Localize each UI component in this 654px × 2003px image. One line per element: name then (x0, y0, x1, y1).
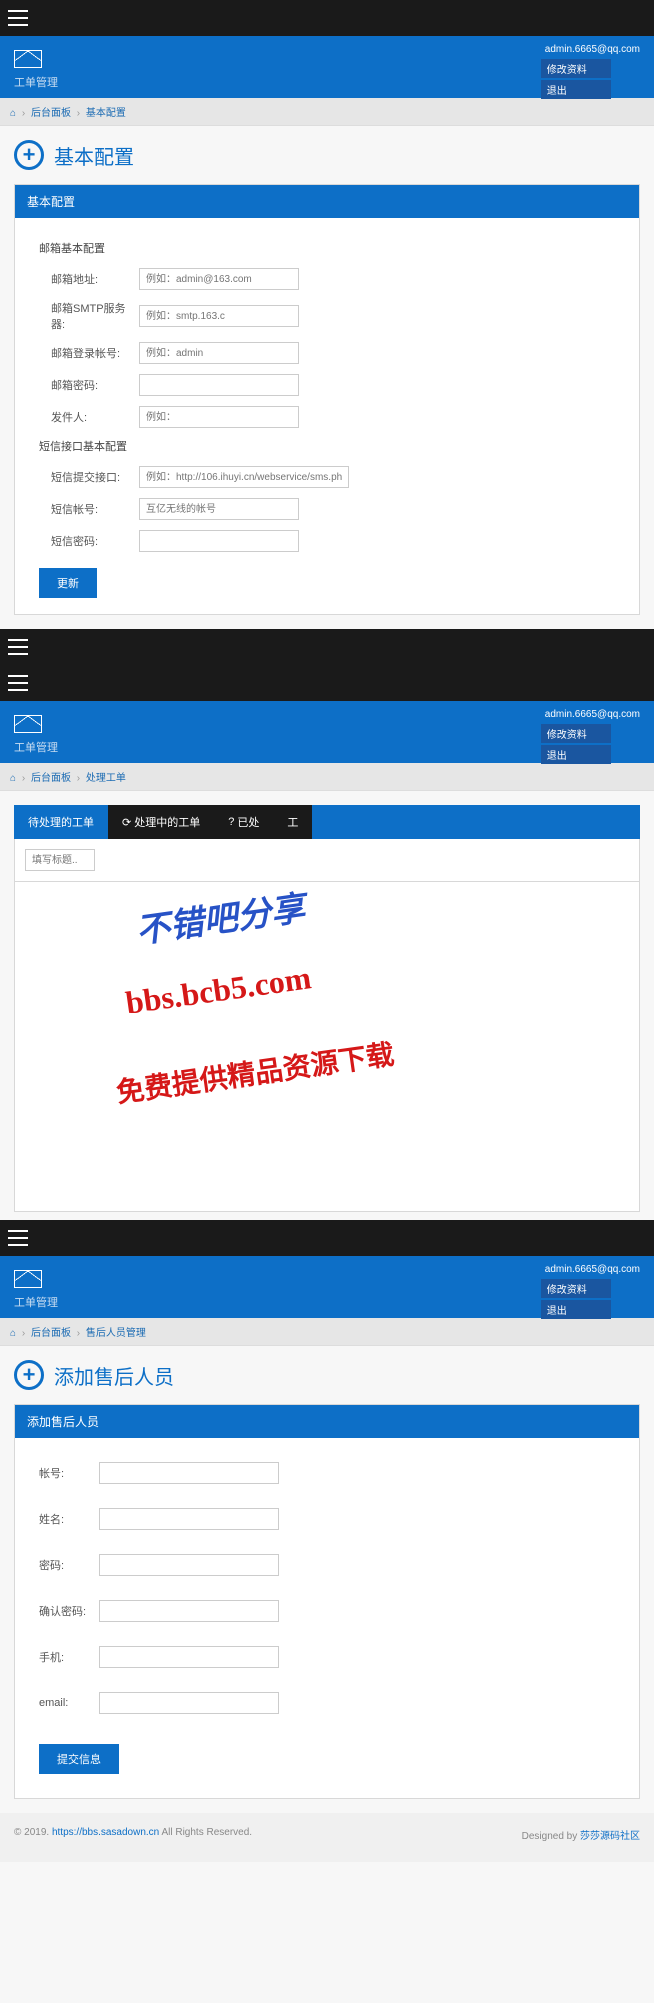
input-pwd[interactable] (139, 374, 299, 396)
input-pwd2[interactable] (99, 1600, 279, 1622)
label-pwd2: 确认密码: (39, 1603, 99, 1619)
input-phone[interactable] (99, 1646, 279, 1668)
input-name[interactable] (99, 1508, 279, 1530)
breadcrumb-current: 基本配置 (86, 108, 126, 119)
user-email[interactable]: admin.6665@qq.com (541, 707, 644, 722)
label-pwd: 密码: (39, 1557, 99, 1573)
label-acct: 帐号: (39, 1465, 99, 1481)
label-pwd: 邮箱密码: (39, 377, 139, 393)
modify-profile-link[interactable]: 修改资料 (541, 59, 611, 78)
tabs: 待处理的工单 ⟳处理中的工单 ?已处 工 (14, 805, 640, 839)
breadcrumb-link-1[interactable]: 后台面板 (31, 773, 71, 784)
breadcrumb-current: 售后人员管理 (86, 1328, 146, 1339)
input-smtp[interactable] (139, 305, 299, 327)
refresh-icon: ⟳ (122, 816, 131, 829)
panel-header: 基本配置 (15, 185, 639, 218)
footer-link-right[interactable]: 莎莎源码社区 (580, 1831, 640, 1842)
label-sms-acct: 短信帐号: (39, 501, 139, 517)
tab-processing[interactable]: ⟳处理中的工单 (108, 805, 214, 839)
update-button[interactable]: 更新 (39, 568, 97, 598)
plus-icon[interactable]: + (14, 1360, 44, 1390)
content-area: 不错吧分享 bbs.bcb5.com 免费提供精品资源下载 (14, 882, 640, 1212)
mail-icon (14, 50, 42, 68)
menu-icon[interactable] (8, 10, 28, 26)
breadcrumb: ⌂ › 后台面板 › 基本配置 (0, 98, 654, 126)
input-acct[interactable] (99, 1462, 279, 1484)
modify-profile-link[interactable]: 修改资料 (541, 1279, 611, 1298)
input-login[interactable] (139, 342, 299, 364)
label-phone: 手机: (39, 1649, 99, 1665)
label-login: 邮箱登录帐号: (39, 345, 139, 361)
watermark-2: bbs.bcb5.com (123, 959, 313, 1022)
user-email[interactable]: admin.6665@qq.com (541, 1262, 644, 1277)
logout-link[interactable]: 退出 (541, 80, 611, 99)
input-sms-acct[interactable] (139, 498, 299, 520)
label-name: 姓名: (39, 1511, 99, 1527)
plus-icon[interactable]: + (14, 140, 44, 170)
label-email-addr: 邮箱地址: (39, 271, 139, 287)
group-label-sms: 短信接口基本配置 (39, 438, 615, 454)
mail-icon (14, 715, 42, 733)
modify-profile-link[interactable]: 修改资料 (541, 724, 611, 743)
menu-icon[interactable] (8, 639, 28, 655)
footer-left: © 2019. https://bbs.sasadown.cn All Righ… (14, 1827, 252, 1842)
tab-pending[interactable]: 待处理的工单 (14, 805, 108, 839)
user-email[interactable]: admin.6665@qq.com (541, 42, 644, 57)
input-sms-api[interactable] (139, 466, 349, 488)
panel-header: 添加售后人员 (15, 1405, 639, 1438)
home-icon[interactable]: ⌂ (10, 108, 16, 119)
check-icon: ? (228, 816, 234, 828)
footer-right: Designed by 莎莎源码社区 (522, 1827, 640, 1842)
input-sms-pwd[interactable] (139, 530, 299, 552)
input-email-addr[interactable] (139, 268, 299, 290)
logout-link[interactable]: 退出 (541, 1300, 611, 1319)
menu-icon-2[interactable] (8, 675, 28, 691)
submit-button[interactable]: 提交信息 (39, 1744, 119, 1774)
mail-icon (14, 1270, 42, 1288)
page-title: 添加售后人员 (54, 1361, 174, 1390)
watermark-1: 不错吧分享 (132, 882, 307, 953)
input-pwd[interactable] (99, 1554, 279, 1576)
menu-icon[interactable] (8, 1230, 28, 1246)
brand-label: 工单管理 (14, 739, 58, 755)
breadcrumb: ⌂ › 后台面板 › 处理工单 (0, 763, 654, 791)
watermark-3: 免费提供精品资源下载 (114, 1033, 397, 1112)
breadcrumb-current: 处理工单 (86, 773, 126, 784)
brand-label: 工单管理 (14, 1294, 58, 1310)
logout-link[interactable]: 退出 (541, 745, 611, 764)
tab-done[interactable]: ?已处 (214, 805, 273, 839)
home-icon[interactable]: ⌂ (10, 1328, 16, 1339)
brand-label: 工单管理 (14, 74, 58, 90)
search-input[interactable] (25, 849, 95, 871)
label-smtp: 邮箱SMTP服务器: (39, 300, 139, 332)
breadcrumb: ⌂ › 后台面板 › 售后人员管理 (0, 1318, 654, 1346)
footer-link-left[interactable]: https://bbs.sasadown.cn (52, 1827, 159, 1838)
label-sender: 发件人: (39, 409, 139, 425)
label-sms-api: 短信提交接口: (39, 469, 139, 485)
input-sender[interactable] (139, 406, 299, 428)
home-icon[interactable]: ⌂ (10, 773, 16, 784)
breadcrumb-link-1[interactable]: 后台面板 (31, 1328, 71, 1339)
breadcrumb-link-1[interactable]: 后台面板 (31, 108, 71, 119)
input-email[interactable] (99, 1692, 279, 1714)
tab-all[interactable]: 工 (273, 805, 312, 839)
group-label-email: 邮箱基本配置 (39, 240, 615, 256)
label-sms-pwd: 短信密码: (39, 533, 139, 549)
label-email: email: (39, 1697, 99, 1709)
page-title: 基本配置 (54, 141, 134, 170)
